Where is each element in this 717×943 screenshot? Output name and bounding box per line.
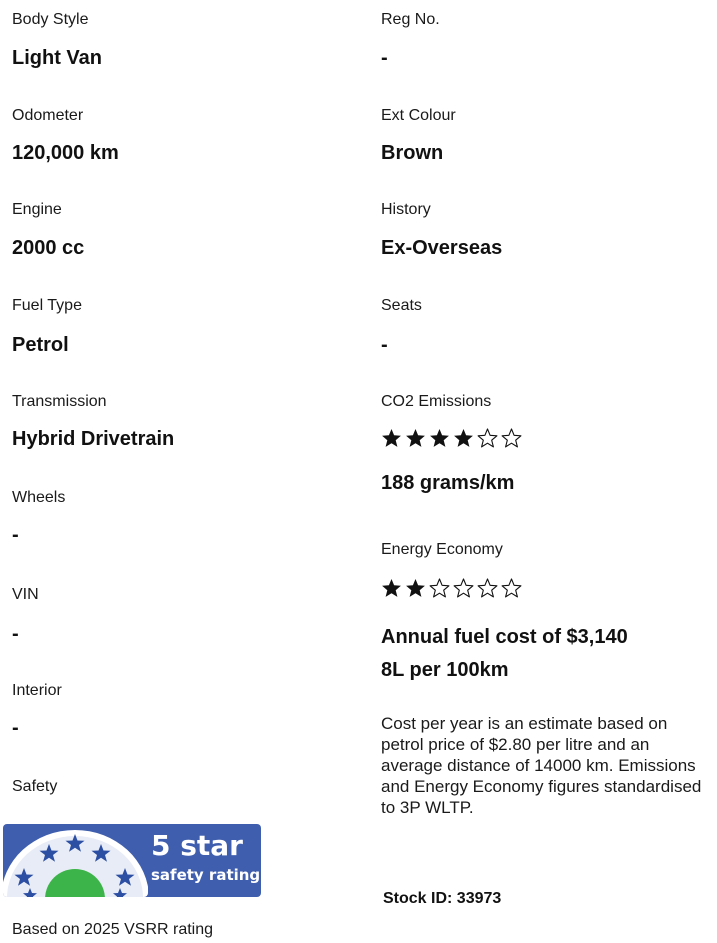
transmission-label: Transmission [12,393,107,410]
empty-star-icon [453,578,474,598]
empty-star-icon [501,578,522,598]
vin-label: VIN [12,586,39,603]
engine-label: Engine [12,201,62,218]
empty-star-icon [477,578,498,598]
reg-no-label: Reg No. [381,11,440,28]
ext-colour-value: Brown [381,142,444,164]
safety-badge-title: 5 star [151,829,243,862]
odometer-label: Odometer [12,107,84,124]
safety-rating-badge: 5 star safety rating [3,824,261,897]
interior-label: Interior [12,682,62,699]
transmission-value: Hybrid Drivetrain [12,428,175,450]
history-label: History [381,201,431,218]
filled-star-icon [454,429,473,447]
engine-value: 2000 cc [12,237,85,259]
wheels-label: Wheels [12,489,66,506]
energy-economy-label: Energy Economy [381,541,503,558]
reg-no-value: - [381,47,388,69]
interior-value: - [12,717,19,739]
seats-value: - [381,334,388,356]
energy-star-rating [381,578,522,599]
empty-star-icon [477,428,498,448]
fuel-consumption: 8L per 100km [381,659,509,681]
co2-emissions-label: CO2 Emissions [381,393,492,410]
fuel-type-label: Fuel Type [12,297,82,314]
annual-fuel-cost: Annual fuel cost of $3,140 [381,626,628,648]
body-style-label: Body Style [12,11,89,28]
safety-badge-subtitle: safety rating [151,866,261,884]
history-value: Ex-Overseas [381,237,503,259]
odometer-value: 120,000 km [12,142,119,164]
safety-label: Safety [12,778,58,795]
fuel-cost-note: Cost per year is an estimate based on pe… [381,714,702,817]
wheels-value: - [12,524,19,546]
ext-colour-label: Ext Colour [381,107,456,124]
vin-value: - [12,623,19,645]
empty-star-icon [429,578,450,598]
empty-star-icon [501,428,522,448]
stock-id: Stock ID: 33973 [383,890,502,907]
filled-star-icon [430,429,449,447]
filled-star-icon [406,429,425,447]
body-style-value: Light Van [12,47,102,69]
safety-stars-arc-icon [3,830,148,897]
safety-caption: Based on 2025 VSRR rating [12,921,214,938]
filled-star-icon [382,579,401,597]
filled-star-icon [406,579,425,597]
co2-emissions-value: 188 grams/km [381,472,515,494]
seats-label: Seats [381,297,422,314]
fuel-type-value: Petrol [12,334,69,356]
filled-star-icon [382,429,401,447]
co2-star-rating [381,428,522,449]
